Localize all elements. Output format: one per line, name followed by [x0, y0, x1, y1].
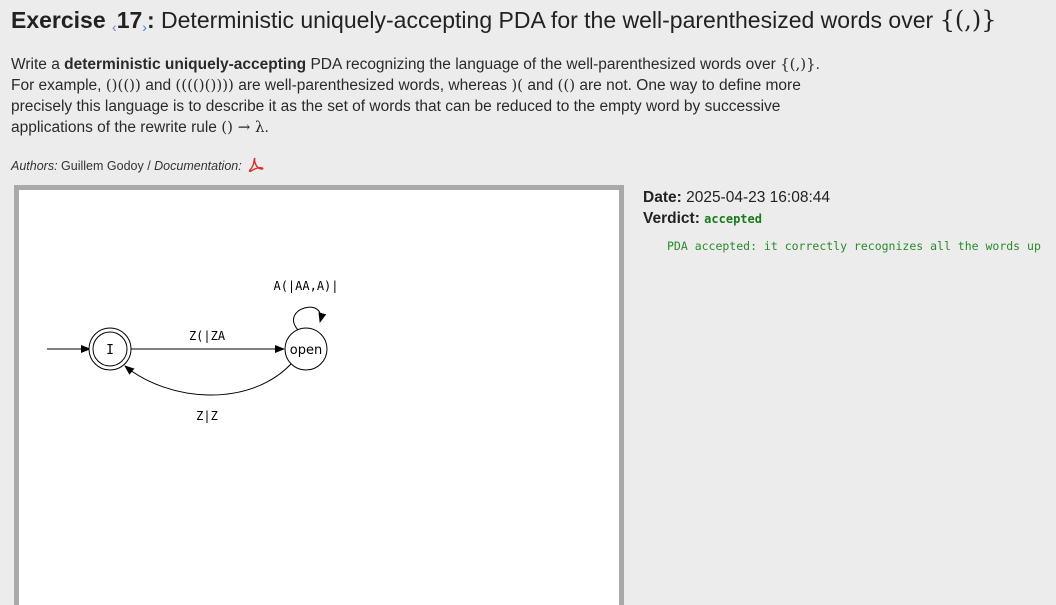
- exercise-word: Exercise: [11, 7, 106, 33]
- date-label: Date:: [643, 189, 682, 206]
- exercise-number: 17: [116, 7, 143, 33]
- desc-example: )(: [511, 76, 524, 94]
- verdict-label: Verdict:: [643, 210, 700, 227]
- exercise-description: Write a deterministic uniquely-accepting…: [11, 54, 841, 138]
- date-row: Date: 2025-04-23 16:08:44: [643, 187, 830, 208]
- authors-separator: /: [143, 159, 155, 173]
- desc-example: ()(()): [105, 76, 141, 94]
- desc-text: Write a: [11, 56, 65, 73]
- author-names: Guillem Godoy: [61, 159, 144, 173]
- transition-open-loop-label: A(|AA,A)|: [273, 279, 338, 293]
- authors-line: Authors: Guillem Godoy / Documentation:: [11, 157, 264, 176]
- documentation-label: Documentation:: [154, 159, 242, 173]
- desc-example: (((()()))): [175, 76, 234, 94]
- desc-text: are well-parenthesized words, whereas: [233, 77, 512, 94]
- feedback-message: PDA accepted: it correctly recognizes al…: [667, 239, 1041, 253]
- state-open-label: open: [290, 343, 322, 358]
- desc-text: and: [140, 77, 176, 94]
- desc-text: .: [264, 119, 269, 136]
- exercise-alphabet: {(,)}: [939, 6, 997, 34]
- desc-alphabet: {(,)}: [780, 55, 816, 73]
- submission-info: Date: 2025-04-23 16:08:44 Verdict: accep…: [643, 187, 830, 230]
- exercise-title: Exercise ‹17›: Deterministic uniquely-ac…: [11, 6, 996, 35]
- pdf-icon[interactable]: [248, 157, 264, 176]
- transition-open-I: [124, 363, 292, 396]
- state-I-label: I: [106, 343, 114, 358]
- authors-label: Authors:: [11, 159, 58, 173]
- transition-I-open-label: Z(|ZA: [189, 329, 226, 343]
- exercise-heading: Deterministic uniquely-accepting PDA for…: [161, 7, 934, 33]
- transition-open-loop: [293, 306, 327, 331]
- state-open: open: [284, 327, 328, 371]
- automaton-diagram: I open A(|AA,A)| Z(|ZA Z|Z: [47, 279, 339, 423]
- desc-text: PDA recognizing the language of the well…: [306, 56, 776, 73]
- transition-open-I-label: Z|Z: [196, 409, 218, 423]
- verdict-row: Verdict: accepted: [643, 208, 830, 230]
- date-value: 2025-04-23 16:08:44: [686, 189, 831, 206]
- automaton-frame: I open A(|AA,A)| Z(|ZA Z|Z: [14, 185, 624, 605]
- desc-text: and: [523, 77, 558, 94]
- state-I: I: [88, 327, 132, 371]
- automaton-canvas: I open A(|AA,A)| Z(|ZA Z|Z: [19, 190, 619, 605]
- desc-example: ((): [557, 76, 576, 94]
- desc-bold: deterministic uniquely-accepting: [64, 56, 307, 73]
- desc-rule: () → λ: [221, 118, 265, 136]
- verdict-badge: accepted: [704, 212, 762, 226]
- exercise-colon: :: [146, 7, 155, 33]
